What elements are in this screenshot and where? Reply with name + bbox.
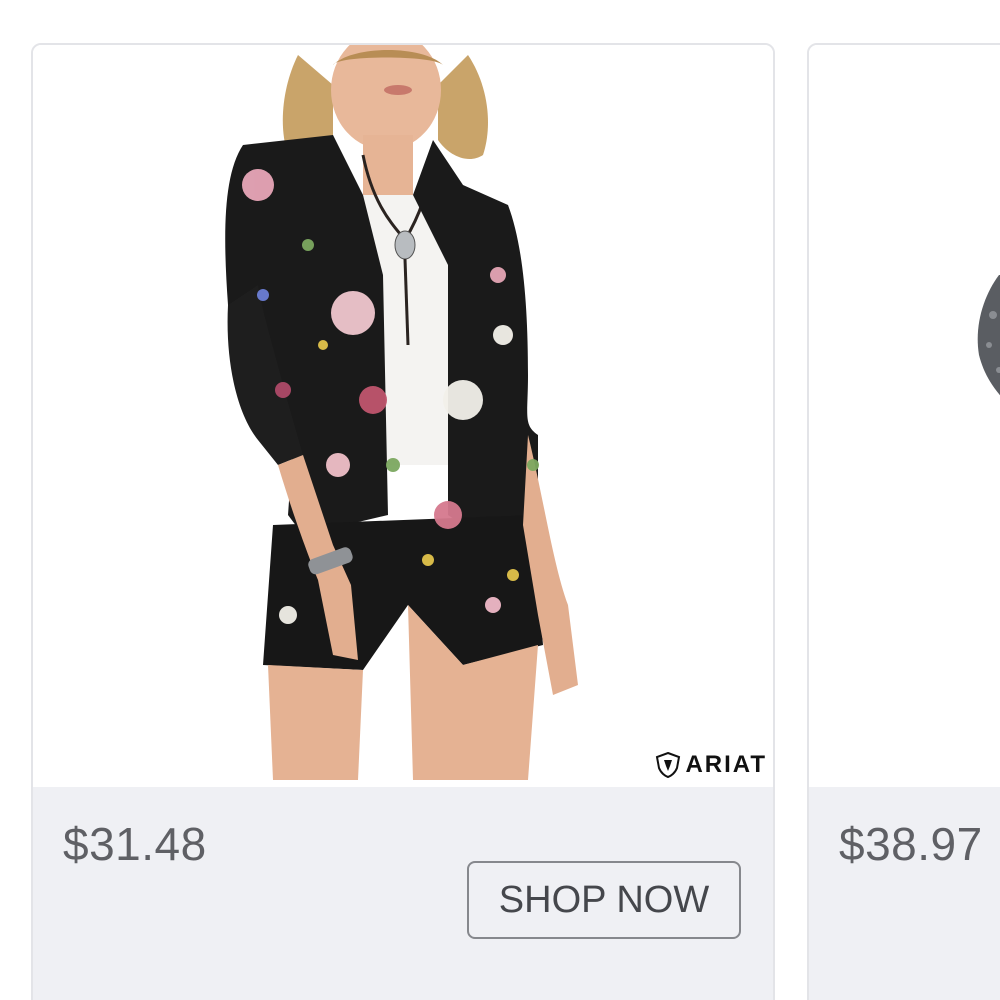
product-photo-illustration xyxy=(225,45,578,780)
product-image[interactable] xyxy=(809,45,1000,787)
shop-now-button[interactable]: SHOP NOW xyxy=(467,861,741,939)
brand-logo: ARIAT xyxy=(655,751,767,779)
product-photo-illustration xyxy=(977,275,1000,396)
product-card[interactable]: ARIAT $31.48 SHOP NOW xyxy=(31,43,775,1000)
product-image[interactable]: ARIAT xyxy=(33,45,773,787)
horse-head-shield-icon xyxy=(656,752,681,778)
brand-name: ARIAT xyxy=(685,751,767,778)
product-price: $31.48 xyxy=(63,818,207,870)
product-carousel[interactable]: ARIAT $31.48 SHOP NOW $38.97 xyxy=(0,0,1000,1000)
product-price: $38.97 xyxy=(839,818,983,870)
product-footer: $31.48 SHOP NOW xyxy=(33,787,773,1000)
product-card[interactable]: $38.97 xyxy=(807,43,1000,1000)
product-footer: $38.97 xyxy=(809,787,1000,1000)
